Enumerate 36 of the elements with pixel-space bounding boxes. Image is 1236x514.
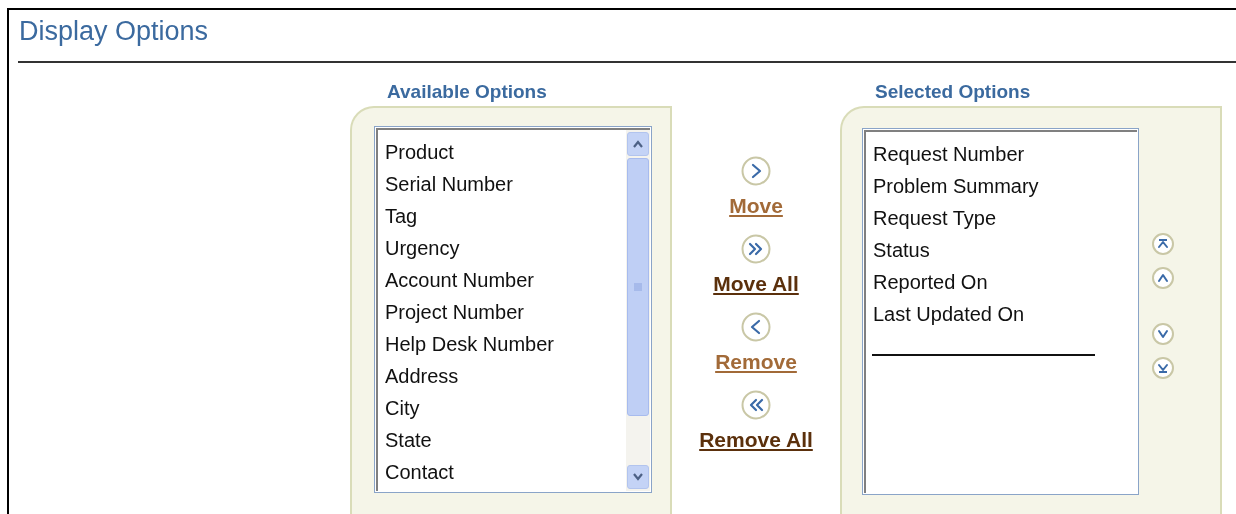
available-options-list[interactable]: Product Serial Number Tag Urgency Account Number Project Number Help Desk Number Address City State Contact: [374, 126, 652, 493]
move-to-bottom-icon[interactable]: [1152, 357, 1174, 379]
list-option[interactable]: Status: [873, 234, 1137, 266]
section-label: Available Options: [386, 80, 548, 104]
scroll-thumb[interactable]: [627, 158, 649, 416]
list-option[interactable]: Serial Number: [385, 168, 626, 200]
action-link[interactable]: Remove All: [699, 428, 813, 452]
list-option[interactable]: Project Number: [385, 296, 626, 328]
list-option[interactable]: Request Type: [873, 202, 1137, 234]
double-chevron-right-icon[interactable]: [741, 234, 771, 264]
chevron-right-icon[interactable]: [741, 156, 771, 186]
list-option[interactable]: Contact: [385, 456, 626, 488]
list-option[interactable]: Address: [385, 360, 626, 392]
list-option[interactable]: Tag: [385, 200, 626, 232]
scroll-down-icon[interactable]: [627, 465, 649, 489]
action-link[interactable]: Move All: [713, 272, 799, 296]
list-option[interactable]: Problem Summary: [873, 170, 1137, 202]
scrollbar[interactable]: [626, 130, 650, 491]
section-label: Selected Options: [874, 80, 1032, 104]
list-option[interactable]: Request Number: [873, 138, 1137, 170]
list-option[interactable]: State: [385, 424, 626, 456]
list-option[interactable]: Account Number: [385, 264, 626, 296]
page-title: Display Options: [19, 15, 210, 48]
list-option[interactable]: Urgency: [385, 232, 626, 264]
selected-options-list[interactable]: Request Number Problem Summary Request Type Status Reported On Last Updated On: [862, 128, 1139, 495]
scroll-up-icon[interactable]: [627, 132, 649, 156]
list-option[interactable]: City: [385, 392, 626, 424]
move-down-icon[interactable]: [1152, 323, 1174, 345]
list-option[interactable]: Product: [385, 136, 626, 168]
chevron-left-icon[interactable]: [741, 312, 771, 342]
move-up-icon[interactable]: [1152, 267, 1174, 289]
list-option[interactable]: Last Updated On: [873, 298, 1137, 330]
list-option[interactable]: Help Desk Number: [385, 328, 626, 360]
move-to-top-icon[interactable]: [1152, 233, 1174, 255]
double-chevron-left-icon[interactable]: [741, 390, 771, 420]
list-option[interactable]: Reported On: [873, 266, 1137, 298]
